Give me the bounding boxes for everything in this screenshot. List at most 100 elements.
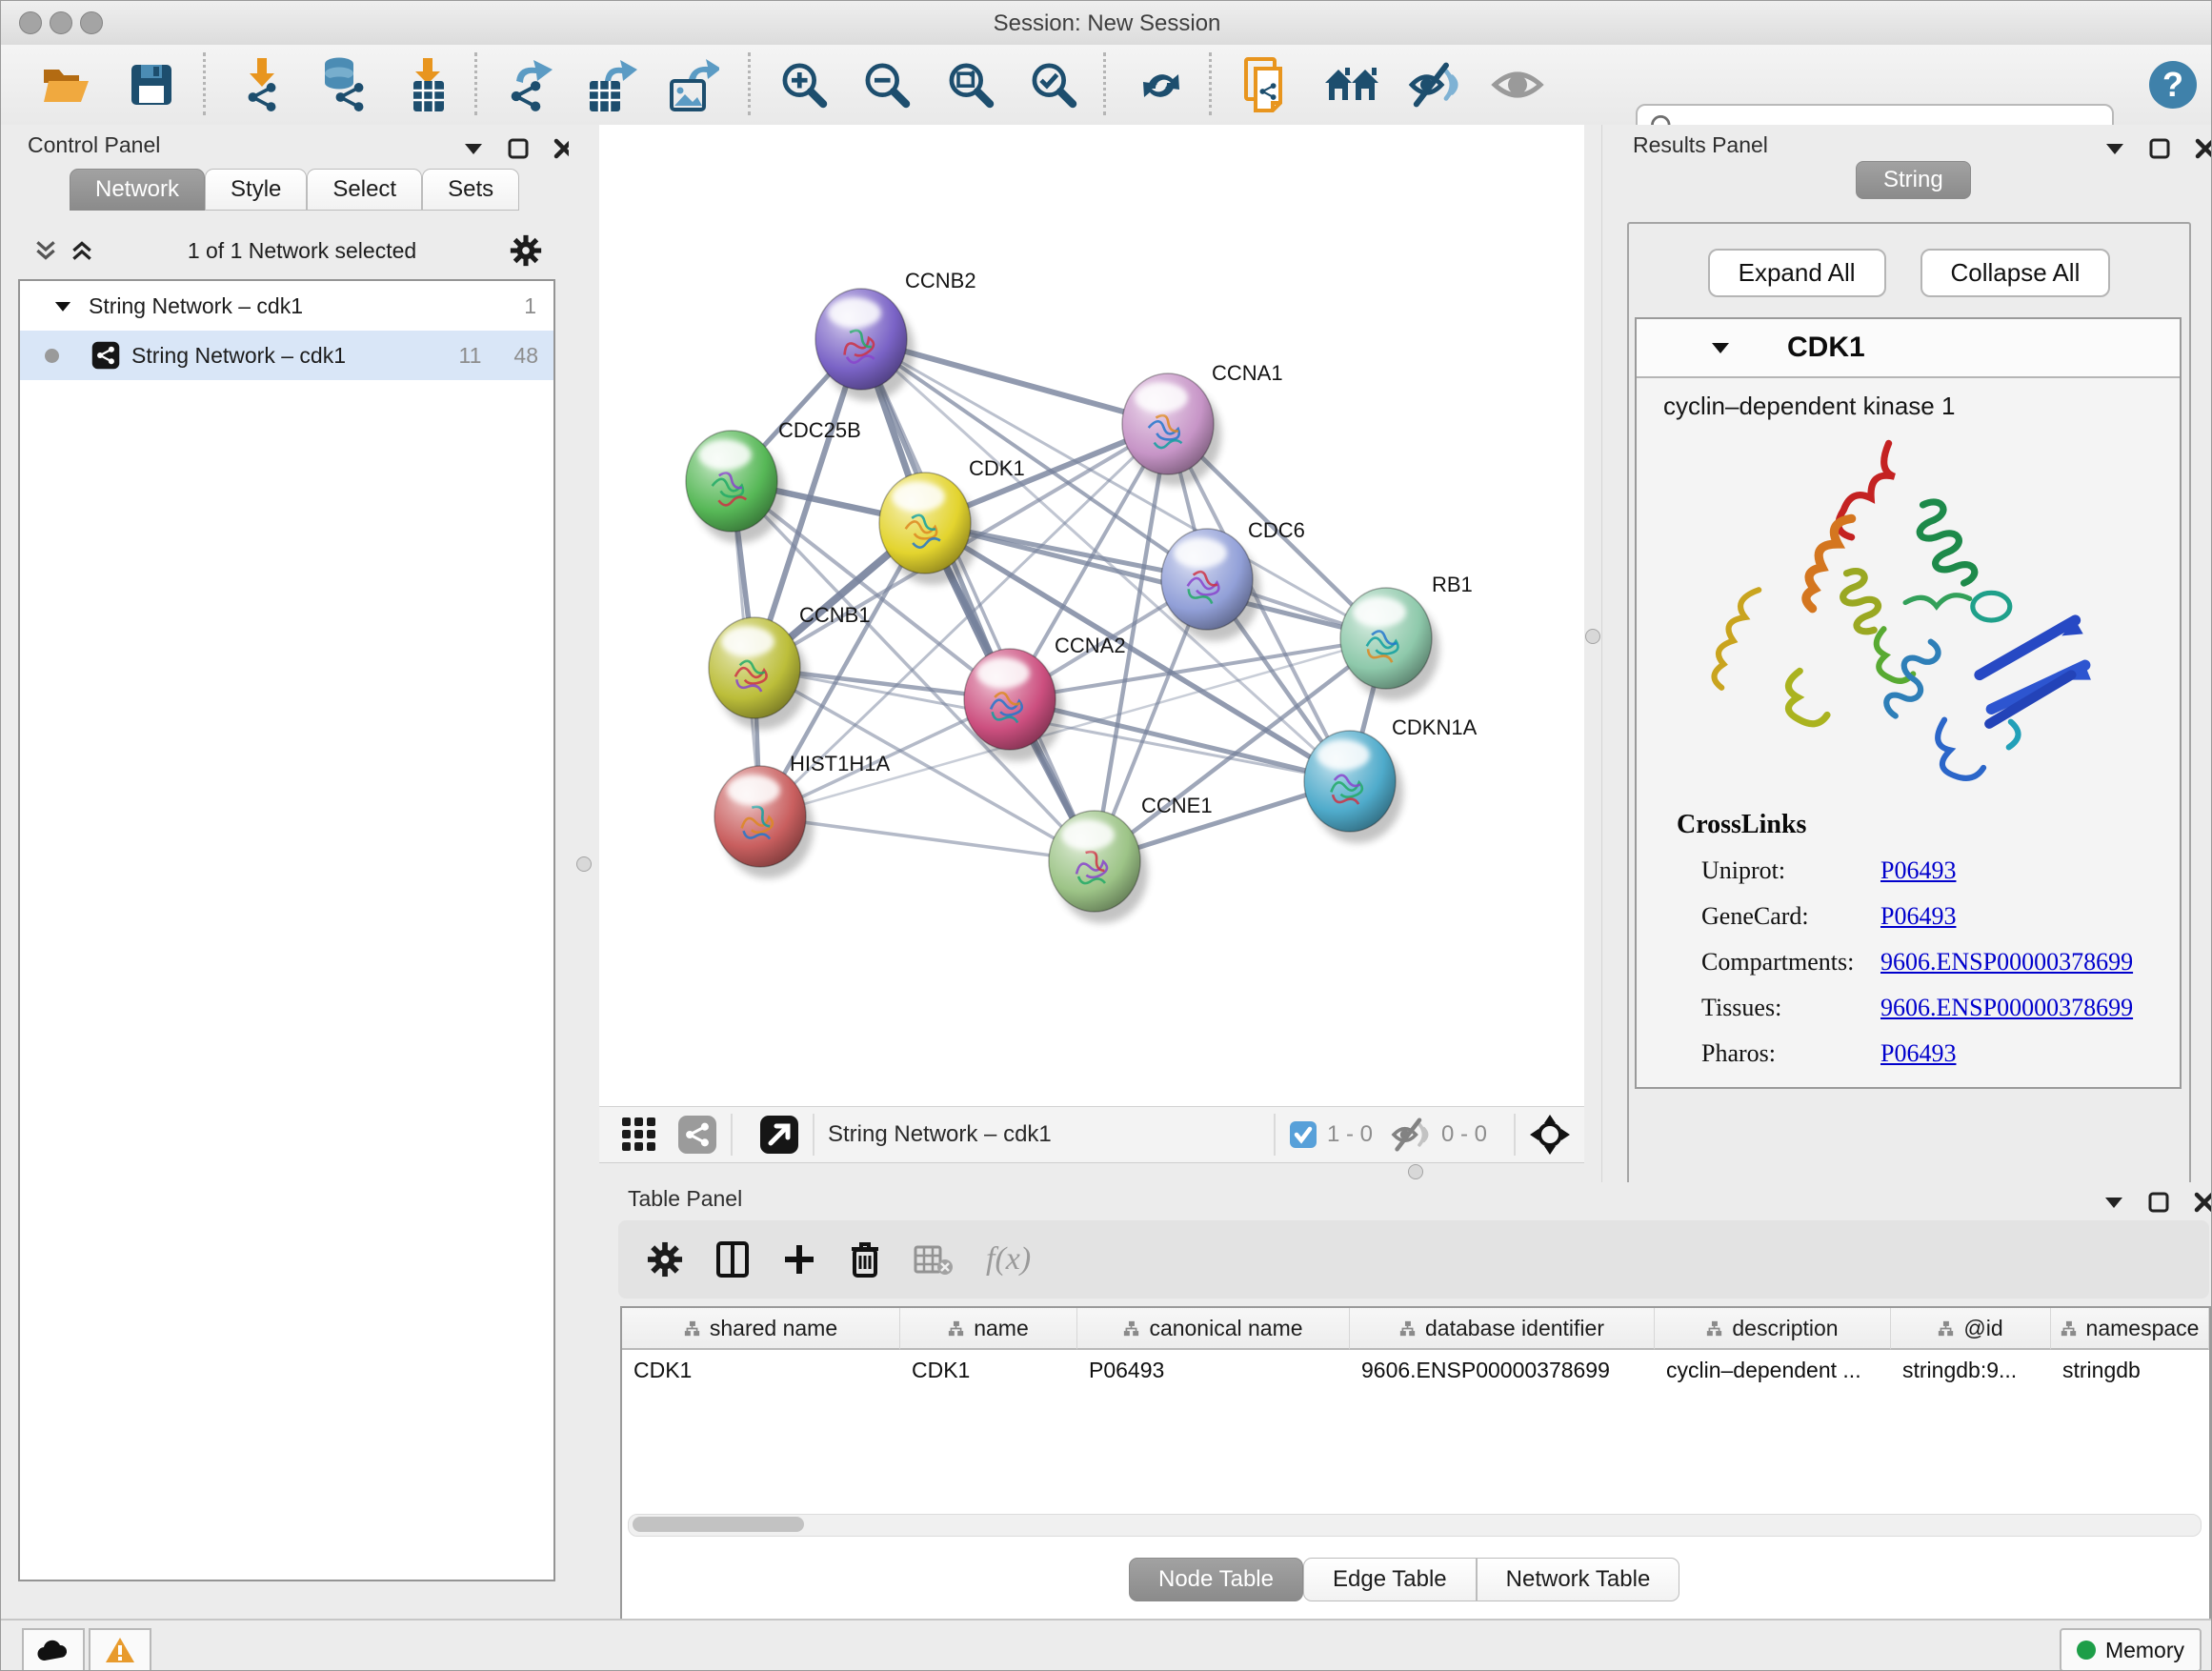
panel-close-icon[interactable] bbox=[2195, 138, 2212, 159]
left-splitter[interactable] bbox=[569, 125, 599, 1619]
node-CDK1[interactable] bbox=[879, 473, 978, 585]
crosslink-link[interactable]: 9606.ENSP00000378699 bbox=[1880, 994, 2133, 1022]
crosslink-link[interactable]: P06493 bbox=[1880, 856, 1956, 885]
panel-float-icon[interactable] bbox=[508, 138, 529, 159]
panel-close-icon[interactable] bbox=[2194, 1192, 2212, 1213]
node-CCNA2[interactable] bbox=[964, 649, 1063, 761]
open-session-button[interactable] bbox=[37, 56, 94, 113]
show-columns-icon[interactable] bbox=[715, 1240, 750, 1278]
tab-edge-table[interactable]: Edge Table bbox=[1303, 1558, 1477, 1601]
export-network-button[interactable] bbox=[501, 56, 558, 113]
collapse-all-icon[interactable] bbox=[33, 238, 58, 263]
network-canvas[interactable]: CCNB2CCNA1CDC25BCDK1CDC6RB1CCNB1CCNA2CDK… bbox=[599, 125, 1584, 1106]
table-settings-gear-icon[interactable] bbox=[647, 1241, 683, 1278]
show-all-button[interactable] bbox=[1489, 56, 1546, 113]
import-database-button[interactable] bbox=[312, 56, 370, 113]
splitter-handle[interactable] bbox=[1585, 629, 1600, 644]
tab-style[interactable]: Style bbox=[205, 169, 307, 211]
expand-all-icon[interactable] bbox=[70, 238, 94, 263]
panel-menu-icon[interactable] bbox=[464, 142, 483, 155]
table-cell[interactable]: P06493 bbox=[1077, 1350, 1350, 1391]
tab-select[interactable]: Select bbox=[307, 169, 422, 211]
tab-network-table[interactable]: Network Table bbox=[1477, 1558, 1680, 1601]
tab-string[interactable]: String bbox=[1856, 161, 1971, 199]
node-CCNE1[interactable] bbox=[1049, 811, 1148, 923]
delete-table-icon[interactable] bbox=[914, 1243, 954, 1276]
network-graph[interactable]: CCNB2CCNA1CDC25BCDK1CDC6RB1CCNB1CCNA2CDK… bbox=[599, 125, 1584, 1106]
edge-CDK1-RB1[interactable] bbox=[925, 523, 1386, 638]
collapse-entry-icon[interactable] bbox=[1711, 341, 1730, 354]
grid-view-icon[interactable] bbox=[620, 1116, 658, 1154]
network-badge-icon[interactable] bbox=[677, 1115, 717, 1155]
zoom-out-button[interactable] bbox=[858, 56, 915, 113]
node-result-header[interactable]: CDK1 bbox=[1637, 319, 2180, 378]
import-network-button[interactable] bbox=[232, 56, 290, 113]
crosslink-link[interactable]: P06493 bbox=[1880, 902, 1956, 931]
collection-expander-icon[interactable] bbox=[54, 300, 71, 312]
table-cell[interactable]: stringdb:9... bbox=[1891, 1350, 2051, 1391]
column-header--id[interactable]: @id bbox=[1891, 1308, 2051, 1350]
node-CCNB2[interactable] bbox=[815, 289, 915, 401]
crosslink-link[interactable]: 9606.ENSP00000378699 bbox=[1880, 948, 2133, 976]
table-horizontal-scrollbar[interactable] bbox=[628, 1514, 2202, 1537]
function-builder-icon[interactable]: f(x) bbox=[986, 1241, 1031, 1278]
open-in-window-icon[interactable] bbox=[759, 1115, 799, 1155]
table-cell[interactable]: 9606.ENSP00000378699 bbox=[1350, 1350, 1655, 1391]
network-row-selected[interactable]: String Network – cdk1 11 48 bbox=[20, 331, 553, 380]
crosslink-link[interactable]: P06493 bbox=[1880, 1039, 1956, 1068]
column-header-shared-name[interactable]: shared name bbox=[622, 1308, 900, 1350]
column-header-name[interactable]: name bbox=[900, 1308, 1077, 1350]
panel-float-icon[interactable] bbox=[2149, 138, 2170, 159]
memory-button[interactable]: Memory bbox=[2060, 1628, 2202, 1671]
zoom-selected-button[interactable] bbox=[1025, 56, 1082, 113]
expand-all-button[interactable]: Expand All bbox=[1708, 249, 1886, 297]
table-cell[interactable]: stringdb bbox=[2051, 1350, 2209, 1391]
zoom-in-button[interactable] bbox=[775, 56, 833, 113]
export-table-button[interactable] bbox=[582, 56, 639, 113]
export-image-button[interactable] bbox=[664, 56, 721, 113]
network-options-gear-icon[interactable] bbox=[510, 234, 542, 267]
hidden-eye-icon[interactable] bbox=[1390, 1117, 1432, 1152]
column-header-canonical-name[interactable]: canonical name bbox=[1077, 1308, 1350, 1350]
table-cell[interactable]: CDK1 bbox=[900, 1350, 1077, 1391]
first-neighbors-button[interactable] bbox=[1323, 56, 1380, 113]
tab-sets[interactable]: Sets bbox=[422, 169, 519, 211]
panel-float-icon[interactable] bbox=[2148, 1192, 2169, 1213]
scrollbar-thumb[interactable] bbox=[633, 1517, 804, 1532]
tab-node-table[interactable]: Node Table bbox=[1129, 1558, 1303, 1601]
column-header-database-identifier[interactable]: database identifier bbox=[1350, 1308, 1655, 1350]
help-button[interactable]: ? bbox=[2144, 56, 2202, 113]
import-table-button[interactable] bbox=[398, 56, 455, 113]
splitter-handle[interactable] bbox=[1408, 1164, 1423, 1179]
splitter-handle[interactable] bbox=[576, 856, 592, 872]
create-column-icon[interactable] bbox=[782, 1242, 816, 1277]
network-collection-row[interactable]: String Network – cdk1 1 bbox=[20, 281, 553, 331]
node-CCNA1[interactable] bbox=[1122, 373, 1221, 486]
node-RB1[interactable] bbox=[1340, 588, 1439, 700]
tab-network[interactable]: Network bbox=[70, 169, 205, 211]
panel-menu-icon[interactable] bbox=[2105, 142, 2124, 155]
column-header-description[interactable]: description bbox=[1655, 1308, 1891, 1350]
node-CDKN1A[interactable] bbox=[1304, 731, 1403, 843]
save-session-button[interactable] bbox=[123, 56, 180, 113]
warnings-button[interactable] bbox=[89, 1628, 151, 1671]
delete-column-icon[interactable] bbox=[849, 1240, 881, 1278]
edge-CCNB2-CCNE1[interactable] bbox=[861, 339, 1095, 861]
table-row[interactable]: CDK1CDK1P064939606.ENSP00000378699cyclin… bbox=[622, 1350, 2209, 1391]
hide-selected-button[interactable] bbox=[1406, 56, 1463, 113]
network-list: String Network – cdk1 1 String Network –… bbox=[18, 279, 555, 1581]
selected-checkbox-icon[interactable] bbox=[1289, 1120, 1317, 1149]
right-splitter[interactable] bbox=[1584, 125, 1601, 1182]
apply-layout-button[interactable] bbox=[1133, 56, 1190, 113]
table-cell[interactable]: cyclin–dependent ... bbox=[1655, 1350, 1891, 1391]
node-CDC25B[interactable] bbox=[686, 431, 785, 543]
node-HIST1H1A[interactable] bbox=[714, 766, 814, 878]
network-snapshot-button[interactable] bbox=[1239, 56, 1297, 113]
birds-eye-view-icon[interactable] bbox=[1529, 1114, 1571, 1156]
cloud-status-button[interactable] bbox=[22, 1628, 85, 1671]
panel-menu-icon[interactable] bbox=[2104, 1196, 2123, 1209]
table-cell[interactable]: CDK1 bbox=[622, 1350, 900, 1391]
zoom-fit-button[interactable] bbox=[942, 56, 999, 113]
collapse-all-button[interactable]: Collapse All bbox=[1920, 249, 2111, 297]
column-header-namespace[interactable]: namespace bbox=[2051, 1308, 2209, 1350]
